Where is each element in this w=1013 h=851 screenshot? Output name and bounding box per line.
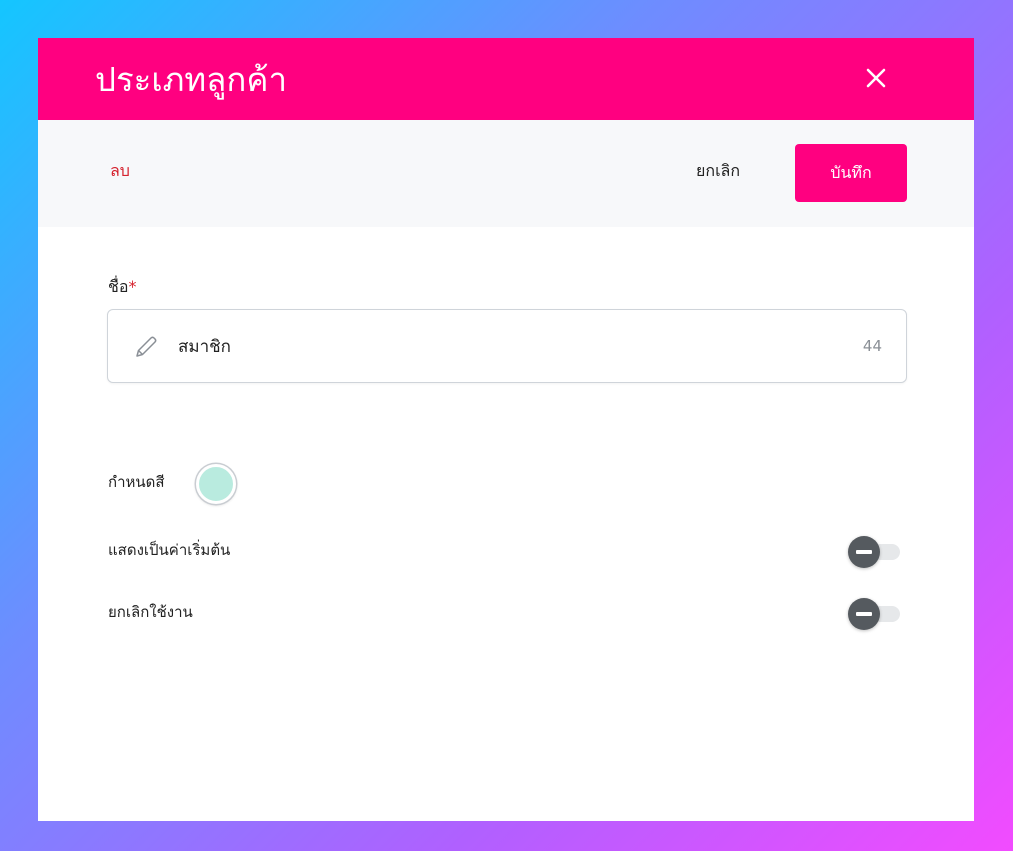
toggle-off-icon xyxy=(848,536,880,568)
dialog-header: ประเภทลูกค้า xyxy=(38,38,974,120)
dialog-toolbar: ลบ ยกเลิก บันทึก xyxy=(38,120,974,227)
dialog-title: ประเภทลูกค้า xyxy=(95,60,287,99)
toggle-off-icon xyxy=(848,598,880,630)
name-label-text: ชื่อ xyxy=(108,277,129,296)
delete-button[interactable]: ลบ xyxy=(110,160,130,182)
disable-toggle-label: ยกเลิกใช้งาน xyxy=(108,603,193,621)
name-field-label: ชื่อ* xyxy=(108,276,136,298)
color-picker-swatch[interactable] xyxy=(196,464,236,504)
name-field[interactable]: 44 xyxy=(107,309,907,383)
color-label: กำหนดสี xyxy=(108,473,165,491)
required-mark: * xyxy=(128,277,137,296)
save-button[interactable]: บันทึก xyxy=(795,144,907,202)
default-toggle[interactable] xyxy=(848,536,902,568)
pencil-icon xyxy=(136,336,157,357)
disable-toggle[interactable] xyxy=(848,598,902,630)
character-counter: 44 xyxy=(862,337,882,355)
name-input[interactable] xyxy=(178,332,798,360)
customer-type-dialog: ประเภทลูกค้า ลบ ยกเลิก บันทึก ชื่อ* 44 ก… xyxy=(38,38,974,821)
cancel-button[interactable]: ยกเลิก xyxy=(696,160,740,182)
close-button[interactable] xyxy=(856,58,896,98)
default-toggle-label: แสดงเป็นค่าเริ่มต้น xyxy=(108,541,231,559)
close-icon xyxy=(866,68,886,88)
